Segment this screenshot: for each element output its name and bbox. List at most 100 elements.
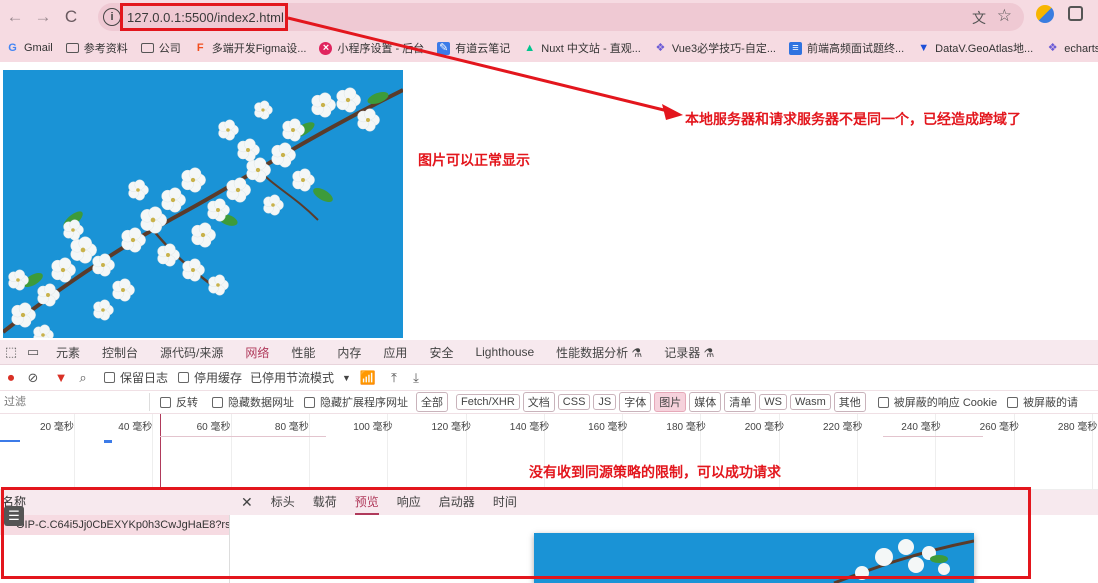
site-info-icon[interactable]: i <box>103 8 121 26</box>
type-css[interactable]: CSS <box>557 394 591 410</box>
timeline-cursor <box>160 414 161 490</box>
image-annotation: 图片可以正常显示 <box>418 152 530 168</box>
tab-performance[interactable]: 性能 <box>291 344 315 361</box>
bookmark-label: DataV.GeoAtlas地... <box>935 43 1034 55</box>
figma-icon: F <box>196 41 204 54</box>
hide-data-urls-checkbox[interactable] <box>212 396 223 408</box>
bookmark-youdao[interactable]: ✎ 有道云笔记 <box>437 40 510 56</box>
invert-checkbox[interactable] <box>160 396 171 408</box>
bookmark-miniprogram[interactable]: × 小程序设置 - 后台 <box>319 40 424 56</box>
bookmark-label: 公司 <box>158 43 181 55</box>
filter-bar: 反转 隐藏数据网址 隐藏扩展程序网址 全部 Fetch/XHR 文档 CSS J… <box>0 390 1098 414</box>
extension-icon[interactable] <box>1036 5 1054 23</box>
type-js[interactable]: JS <box>593 394 617 410</box>
bookmark-folder-company[interactable]: 公司 <box>140 40 181 56</box>
timeline-tick-label: 40 毫秒 <box>118 422 153 433</box>
blocked-requests-checkbox[interactable] <box>1007 396 1019 408</box>
note-icon: ✎ <box>437 41 451 55</box>
timeline-tick-label: 260 毫秒 <box>979 422 1020 433</box>
timeline-tick-label: 280 毫秒 <box>1057 422 1098 433</box>
tab-sources[interactable]: 源代码/来源 <box>160 344 223 361</box>
type-all[interactable]: 全部 <box>416 392 448 412</box>
bookmark-label: 有道云笔记 <box>455 43 511 55</box>
bookmark-vue3[interactable]: ❖ Vue3必学技巧-自定... <box>654 40 776 56</box>
type-font[interactable]: 字体 <box>619 392 652 412</box>
hide-ext-urls-checkbox[interactable] <box>304 396 315 408</box>
hide-data-urls-label: 隐藏数据网址 <box>228 397 294 409</box>
bookmark-folder-references[interactable]: 参考资料 <box>65 40 128 56</box>
bookmark-gmail[interactable]: G Gmail <box>6 42 53 55</box>
type-ws[interactable]: WS <box>759 394 787 410</box>
tab-performance-insights[interactable]: 性能数据分析 ⚗ <box>556 344 642 361</box>
tab-security[interactable]: 安全 <box>429 344 453 361</box>
google-icon: G <box>8 41 17 54</box>
bookmark-label: Nuxt 中文站 - 直观... <box>541 43 641 55</box>
blocked-requests-label: 被屏蔽的请 <box>1023 397 1079 409</box>
translate-icon[interactable]: 文 <box>972 8 986 28</box>
tab-memory[interactable]: 内存 <box>337 344 361 361</box>
record-icon[interactable]: ⏺ <box>0 370 22 386</box>
forward-icon[interactable]: → <box>30 4 56 30</box>
bookmark-nuxt[interactable]: ▲ Nuxt 中文站 - 直观... <box>523 40 641 56</box>
bookmark-datav[interactable]: ▼ DataV.GeoAtlas地... <box>917 40 1033 56</box>
bookmark-interview[interactable]: ≡ 前端高频面试题终... <box>789 40 904 56</box>
type-fetch-xhr[interactable]: Fetch/XHR <box>456 394 520 410</box>
blocked-cookies-label: 被屏蔽的响应 Cookie <box>893 397 998 409</box>
bookmark-figma[interactable]: F 多端开发Figma设... <box>194 40 307 56</box>
bookmark-label: 参考资料 <box>83 43 128 55</box>
bookmark-label: 小程序设置 - 后台 <box>337 43 425 55</box>
timeline-bar <box>104 440 112 443</box>
tab-lighthouse[interactable]: Lighthouse <box>475 345 534 359</box>
preserve-log-checkbox[interactable] <box>104 372 115 383</box>
bookmark-label: 前端高频面试题终... <box>807 43 905 55</box>
timeline-tick-label: 240 毫秒 <box>901 422 941 433</box>
timeline-gridline <box>230 414 232 490</box>
preserve-log-label: 保留日志 <box>120 371 169 385</box>
type-img[interactable]: 图片 <box>654 392 687 412</box>
type-manifest[interactable]: 清单 <box>724 392 757 412</box>
bookmark-star-icon[interactable]: ☆ <box>997 6 1012 26</box>
tab-recorder[interactable]: 记录器 ⚗ <box>664 344 714 361</box>
blossom-image <box>3 70 403 338</box>
timeline-tick-label: 140 毫秒 <box>509 422 550 433</box>
disable-cache-checkbox[interactable] <box>178 372 190 383</box>
network-toolbar: ⏺ ⊘ ▼ ⌕ 保留日志 停用缓存 已停用节流模式 ▼ 📶 ⤒ ⤓ <box>0 365 1098 390</box>
tab-application[interactable]: 应用 <box>383 344 407 361</box>
timeline-tick-label: 200 毫秒 <box>744 422 785 433</box>
tab-search-icon[interactable] <box>1068 6 1083 21</box>
tab-console[interactable]: 控制台 <box>102 344 138 361</box>
bookmarks-bar: G Gmail 参考资料 公司 F 多端开发Figma设... × 小程序设置 - 后… <box>0 34 1098 62</box>
timeline-tick-label: 100 毫秒 <box>353 422 393 433</box>
type-media[interactable]: 媒体 <box>689 392 722 412</box>
search-icon[interactable]: ⌕ <box>72 370 94 386</box>
tab-network[interactable]: 网络 <box>245 344 269 361</box>
type-wasm[interactable]: Wasm <box>790 394 831 410</box>
tab-elements[interactable]: 元素 <box>56 344 80 361</box>
doc-icon: ≡ <box>789 41 802 55</box>
blocked-cookies-checkbox[interactable] <box>877 396 889 408</box>
download-icon[interactable]: ⤓ <box>405 370 427 386</box>
timeline-range <box>160 436 326 437</box>
type-other[interactable]: 其他 <box>833 392 866 412</box>
type-doc[interactable]: 文档 <box>522 392 555 412</box>
throttle-select[interactable]: 已停用节流模式 <box>250 369 334 386</box>
filter-input[interactable] <box>2 393 150 411</box>
back-icon[interactable]: ← <box>2 4 28 30</box>
network-conditions-icon[interactable]: 📶 <box>357 370 379 386</box>
clear-icon[interactable]: ⊘ <box>22 370 44 386</box>
inspect-icon[interactable]: ⬚ <box>0 344 22 360</box>
chevron-down-icon[interactable]: ▼ <box>342 373 351 383</box>
timeline-gridline <box>74 414 75 490</box>
reload-icon[interactable]: C <box>58 4 84 30</box>
hide-ext-urls-label: 隐藏扩展程序网址 <box>320 397 408 409</box>
filter-icon[interactable]: ▼ <box>50 370 72 385</box>
upload-icon[interactable]: ⤒ <box>383 370 405 386</box>
timeline-gridline <box>308 414 310 490</box>
bookmark-echarts[interactable]: ❖ echarts可视 <box>1046 40 1098 56</box>
sop-annotation: 没有收到同源策略的限制，可以成功请求 <box>529 464 781 480</box>
timeline-bar <box>0 440 20 442</box>
cors-annotation: 本地服务器和请求服务器不是同一个，已经造成跨域了 <box>685 111 1021 127</box>
device-toggle-icon[interactable]: ▭ <box>22 344 44 360</box>
close-circle-icon: × <box>319 41 333 55</box>
nuxt-icon: ▲ <box>524 41 536 54</box>
